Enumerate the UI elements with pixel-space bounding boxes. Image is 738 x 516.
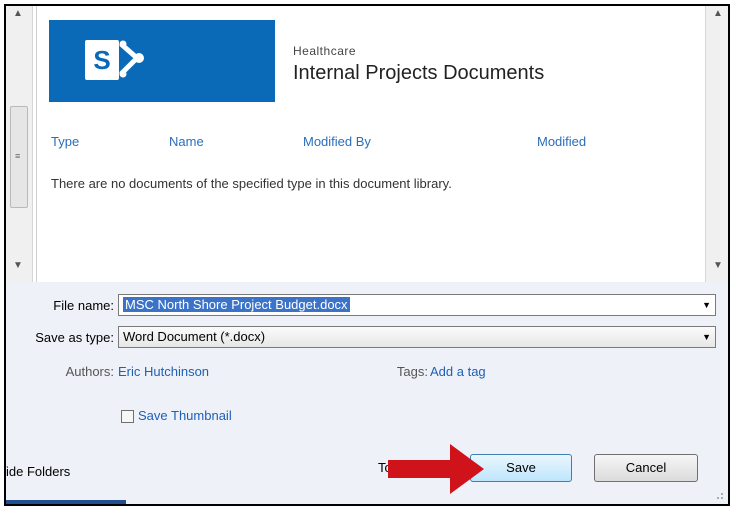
tags-label: Tags:: [396, 364, 428, 379]
hide-folders-button[interactable]: ide Folders: [6, 464, 70, 479]
sharepoint-logo: S: [49, 20, 275, 102]
sharepoint-connector-icon: [119, 40, 144, 78]
left-scrollbar[interactable]: ▲ ≡ ▼: [6, 6, 33, 282]
scroll-up-arrow-icon[interactable]: ▲: [13, 8, 23, 19]
file-name-value: MSC North Shore Project Budget.docx: [123, 297, 350, 312]
file-name-label: File name:: [53, 298, 114, 313]
empty-library-message: There are no documents of the specified …: [51, 176, 452, 191]
save-thumbnail-label[interactable]: Save Thumbnail: [138, 408, 232, 423]
column-header-modified[interactable]: Modified: [537, 134, 586, 149]
site-subtitle: Healthcare: [293, 44, 357, 58]
authors-value[interactable]: Eric Hutchinson: [118, 364, 209, 379]
tags-input[interactable]: Add a tag: [430, 364, 486, 379]
save-thumbnail-checkbox[interactable]: [121, 410, 134, 423]
authors-label: Authors:: [65, 364, 114, 379]
resize-grip-icon[interactable]: [712, 488, 724, 500]
scroll-up-arrow-icon[interactable]: ▲: [713, 8, 723, 19]
save-as-dialog: ▲ ≡ ▼ S Healthcare Internal Projects Doc…: [4, 4, 730, 506]
scroll-down-arrow-icon[interactable]: ▼: [713, 260, 723, 271]
scroll-thumb[interactable]: ≡: [10, 106, 28, 208]
grip-icon: ≡: [15, 151, 21, 161]
right-scrollbar[interactable]: ▲ ▼: [705, 6, 728, 282]
column-header-modified-by[interactable]: Modified By: [303, 134, 371, 149]
file-name-input[interactable]: MSC North Shore Project Budget.docx ▼: [118, 294, 716, 316]
library-browser-pane: ▲ ≡ ▼ S Healthcare Internal Projects Doc…: [6, 6, 728, 282]
red-arrow-annotation-icon: [388, 444, 484, 494]
save-as-type-select[interactable]: Word Document (*.docx) ▼: [118, 326, 716, 348]
chevron-down-icon[interactable]: ▼: [702, 295, 711, 315]
column-header-type[interactable]: Type: [51, 134, 79, 149]
scroll-down-arrow-icon[interactable]: ▼: [13, 260, 23, 271]
window-edge-strip: [6, 500, 126, 504]
column-header-name[interactable]: Name: [169, 134, 204, 149]
cancel-button[interactable]: Cancel: [594, 454, 698, 482]
document-library-view: S Healthcare Internal Projects Documents…: [36, 6, 706, 282]
sharepoint-logo-letter: S: [85, 40, 119, 80]
save-as-type-value: Word Document (*.docx): [123, 329, 266, 344]
chevron-down-icon[interactable]: ▼: [702, 327, 711, 347]
save-as-type-label: Save as type:: [35, 330, 114, 345]
site-title: Internal Projects Documents: [293, 62, 545, 84]
